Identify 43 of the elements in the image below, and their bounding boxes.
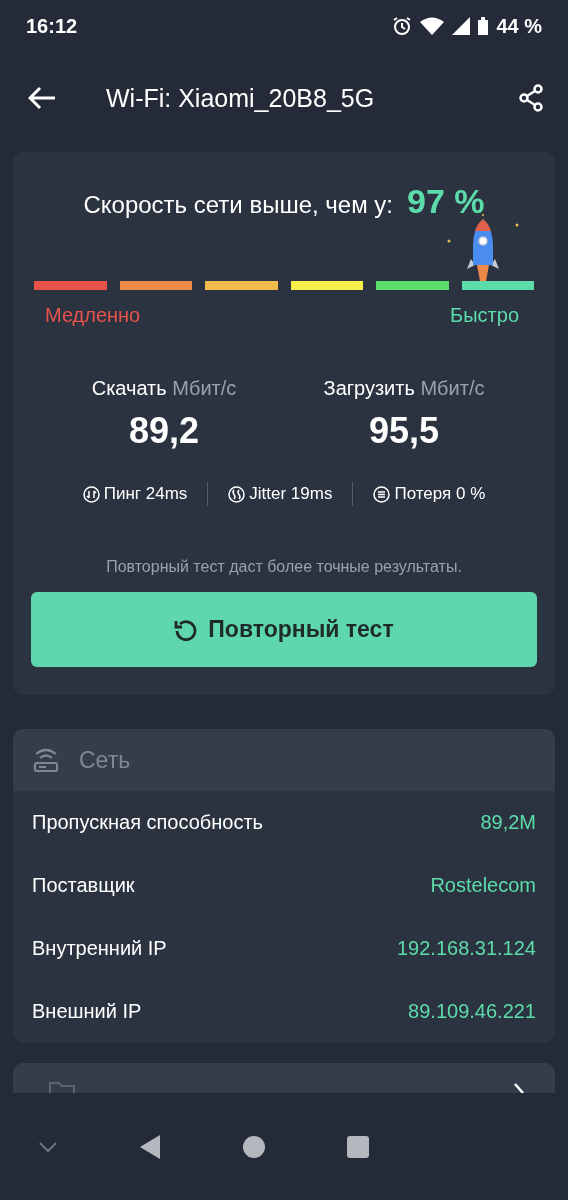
- info-label: Поставщик: [32, 874, 135, 897]
- retest-hint: Повторный тест даст более точные результаты.: [106, 558, 462, 576]
- screen-title: Wi-Fi: Xiaomi_20B8_5G: [106, 83, 376, 113]
- chevron-icon: [513, 1083, 525, 1093]
- info-label: Внешний IP: [32, 1000, 142, 1023]
- metric-text: Jitter 19ms: [249, 484, 333, 504]
- ping-icon: [82, 485, 100, 503]
- back-arrow-icon[interactable]: [28, 86, 56, 110]
- refresh-icon: [174, 617, 199, 642]
- wifi-icon: [420, 17, 445, 35]
- network-title: Сеть: [79, 746, 131, 774]
- retest-button[interactable]: Повторный тест: [31, 592, 537, 667]
- loss-icon: [373, 485, 391, 503]
- info-value: 89.109.46.221: [408, 1000, 536, 1023]
- chevron-down-icon[interactable]: [38, 1140, 58, 1153]
- clock-time: 16:12: [26, 14, 78, 38]
- speed-percent: 97 %: [407, 182, 485, 221]
- rocket-icon: [447, 213, 519, 281]
- router-icon: [33, 747, 59, 773]
- metric-text: Пинг 24ms: [103, 484, 188, 504]
- speed-headline: Скорость сети выше, чем у:: [83, 191, 394, 219]
- info-value: Rostelecom: [430, 874, 536, 897]
- folder-icon: [49, 1081, 75, 1093]
- speed-label: Загрузить Мбит/с: [323, 377, 485, 400]
- speed-value: 95,5: [368, 410, 440, 452]
- info-label: Пропускная способность: [32, 811, 264, 834]
- info-label: Внутренний IP: [32, 937, 167, 960]
- info-value: 192.168.31.124: [396, 937, 536, 960]
- recents-icon[interactable]: [346, 1134, 370, 1159]
- signal-icon: [452, 17, 471, 35]
- battery-icon: [478, 17, 489, 35]
- speed-value: 89,2: [128, 410, 200, 452]
- alarm-icon: [392, 16, 413, 36]
- metric-text: Потеря 0 %: [394, 484, 486, 504]
- home-icon[interactable]: [242, 1134, 266, 1159]
- info-value: 89,2M: [480, 811, 536, 834]
- speed-label: Скачать Мбит/с: [91, 377, 237, 400]
- battery-percent: 44 %: [496, 14, 542, 38]
- back-icon[interactable]: [138, 1133, 162, 1160]
- slow-label: Медленно: [45, 304, 141, 327]
- fast-label: Быстро: [450, 304, 519, 327]
- jitter-icon: [228, 485, 246, 503]
- share-icon[interactable]: [518, 84, 544, 112]
